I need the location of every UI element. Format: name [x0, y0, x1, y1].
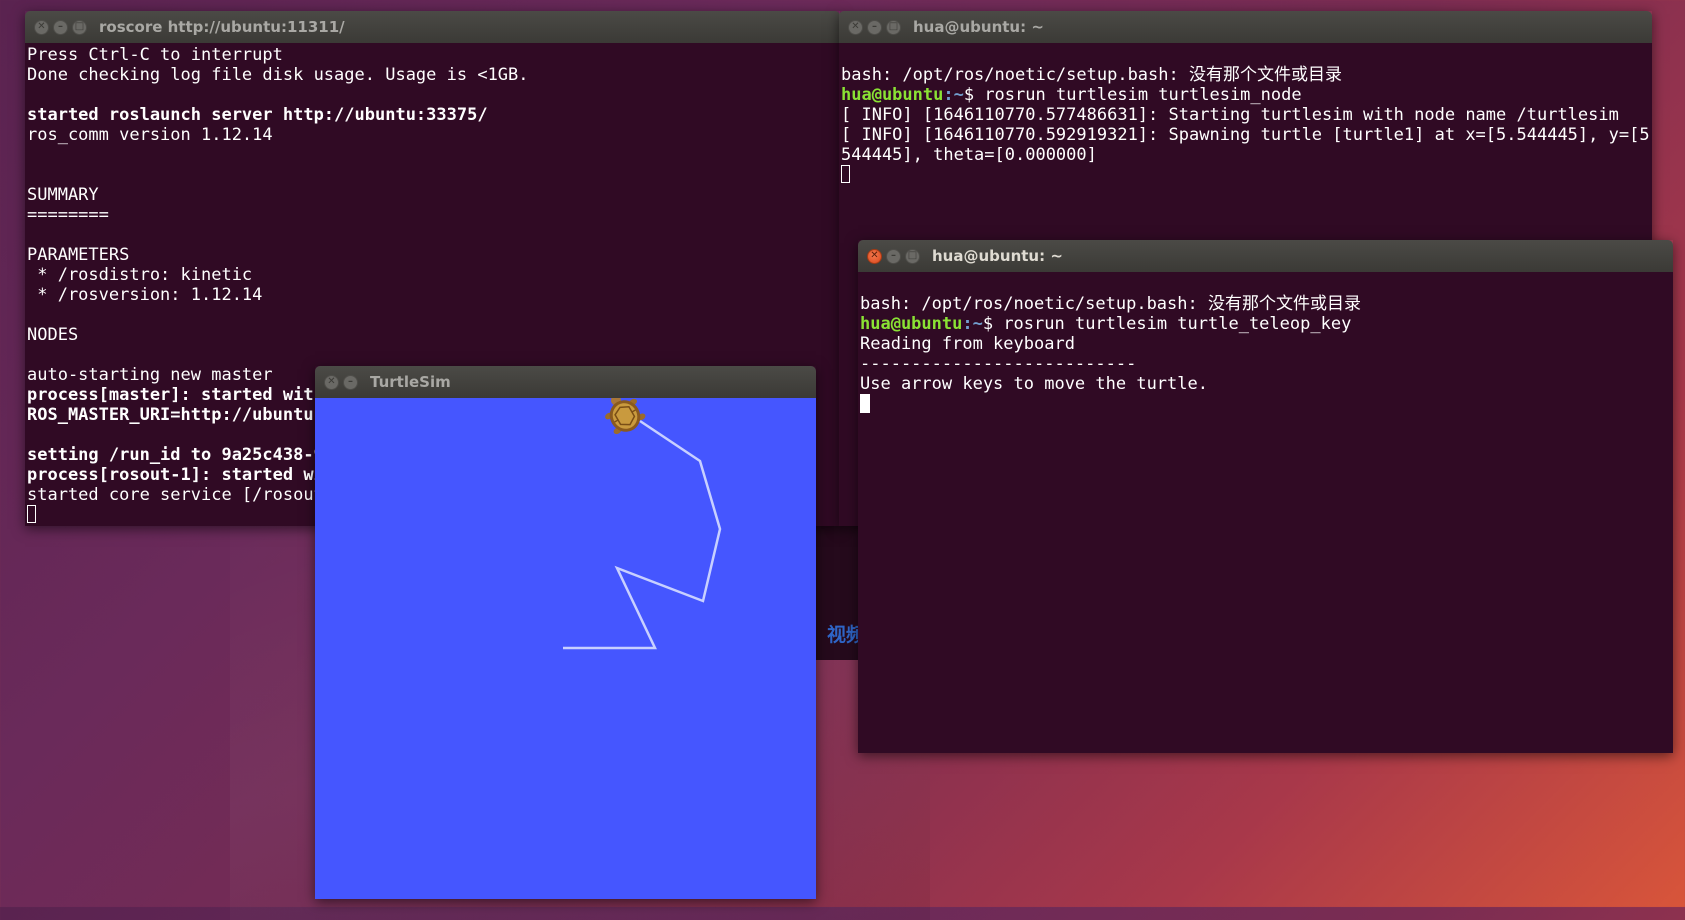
close-icon[interactable]: ✕: [34, 19, 49, 35]
error-line: bash: /opt/ros/noetic/setup.bash: 没有那个文件…: [841, 65, 1342, 85]
close-icon[interactable]: ✕: [848, 19, 863, 35]
prompt-user: hua@ubuntu: [841, 85, 944, 105]
minimize-icon[interactable]: –: [343, 374, 358, 390]
info-line: [ INFO] [1646110770.592919321]: Spawning…: [841, 125, 1652, 145]
turtle-icon: [605, 398, 646, 435]
teleop-titlebar[interactable]: ✕ – □ hua@ubuntu: ~: [858, 240, 1673, 272]
turtle-trail-svg: [563, 398, 722, 650]
terminal-line: SUMMARY: [27, 185, 99, 205]
maximize-icon[interactable]: □: [72, 19, 87, 35]
info-line: [ INFO] [1646110770.577486631]: Starting…: [841, 105, 1619, 125]
prompt-path: :~: [962, 314, 983, 334]
minimize-icon[interactable]: –: [867, 19, 882, 35]
cursor-line: [860, 394, 1673, 414]
terminal-line: NODES: [27, 325, 79, 345]
maximize-icon[interactable]: □: [905, 248, 920, 264]
prompt-command: $ rosrun turtlesim turtle_teleop_key: [982, 314, 1352, 334]
close-icon[interactable]: ✕: [324, 374, 339, 390]
error-line: bash: /opt/ros/noetic/setup.bash: 没有那个文件…: [860, 294, 1361, 314]
terminal-line: ros_comm version 1.12.14: [27, 125, 273, 145]
terminal-line: ========: [27, 205, 109, 225]
turtlesim-titlebar[interactable]: ✕ – TurtleSim: [315, 366, 816, 398]
minimize-icon[interactable]: –: [53, 19, 68, 35]
terminal-line: Done checking log file disk usage. Usage…: [27, 65, 529, 85]
instruction-line: Use arrow keys to move the turtle.: [860, 374, 1208, 394]
prompt-line: hua@ubuntu:~$ rosrun turtlesim turtlesim…: [841, 85, 1652, 105]
terminal-line: * /rosversion: 1.12.14: [27, 285, 263, 305]
teleop-terminal-output[interactable]: bash: /opt/ros/noetic/setup.bash: 没有那个文件…: [858, 272, 1673, 753]
cursor-line: [841, 165, 1652, 185]
prompt-command: $ rosrun turtlesim turtlesim_node: [963, 85, 1302, 105]
maximize-icon[interactable]: □: [886, 19, 901, 35]
window-title: hua@ubuntu: ~: [913, 18, 1044, 36]
turtle-trail: [563, 419, 722, 650]
roscore-titlebar[interactable]: ✕ – □ roscore http://ubuntu:11311/: [25, 11, 840, 43]
window-title: hua@ubuntu: ~: [932, 247, 1063, 265]
turtlesim-node-titlebar[interactable]: ✕ – □ hua@ubuntu: ~: [839, 11, 1652, 43]
terminal-line: started roslaunch server http://ubuntu:3…: [27, 105, 488, 125]
prompt-user: hua@ubuntu: [860, 314, 963, 334]
separator-line: ---------------------------: [860, 354, 1137, 374]
minimize-icon[interactable]: –: [886, 248, 901, 264]
turtlesim-canvas[interactable]: [315, 398, 816, 899]
turtlesim-window[interactable]: ✕ – TurtleSim: [315, 366, 816, 899]
terminal-cursor: [841, 165, 850, 183]
terminal-cursor: [860, 394, 870, 413]
terminal-line: Press Ctrl-C to interrupt: [27, 45, 283, 65]
info-line-wrap: 544445], theta=[0.000000]: [841, 145, 1097, 165]
teleop-terminal-window[interactable]: ✕ – □ hua@ubuntu: ~ bash: /opt/ros/noeti…: [858, 240, 1673, 753]
terminal-cursor: [27, 505, 36, 523]
terminal-line: * /rosdistro: kinetic: [27, 265, 253, 285]
window-title: roscore http://ubuntu:11311/: [99, 18, 345, 36]
window-title: TurtleSim: [370, 373, 451, 391]
close-icon[interactable]: ✕: [867, 248, 882, 264]
terminal-line: PARAMETERS: [27, 245, 130, 265]
output-line: Reading from keyboard: [860, 334, 1075, 354]
prompt-path: :~: [943, 85, 964, 105]
prompt-line: hua@ubuntu:~$ rosrun turtlesim turtle_te…: [860, 314, 1673, 334]
